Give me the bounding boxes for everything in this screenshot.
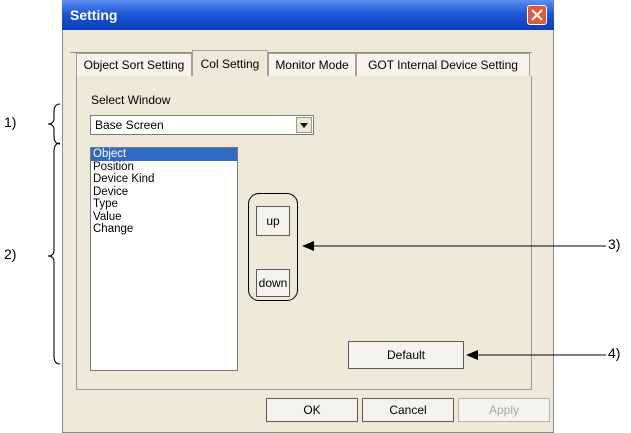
callout-3-arrowhead — [302, 241, 314, 251]
callout-4-label: 4) — [608, 345, 621, 361]
brace-1 — [47, 103, 61, 145]
callout-1-label: 1) — [4, 114, 17, 130]
callout-3-label: 3) — [608, 236, 621, 252]
callout-2-label: 2) — [4, 246, 17, 262]
callout-4-arrowhead — [466, 350, 478, 360]
brace-2 — [47, 142, 61, 365]
callout-annotations — [47, 103, 606, 365]
